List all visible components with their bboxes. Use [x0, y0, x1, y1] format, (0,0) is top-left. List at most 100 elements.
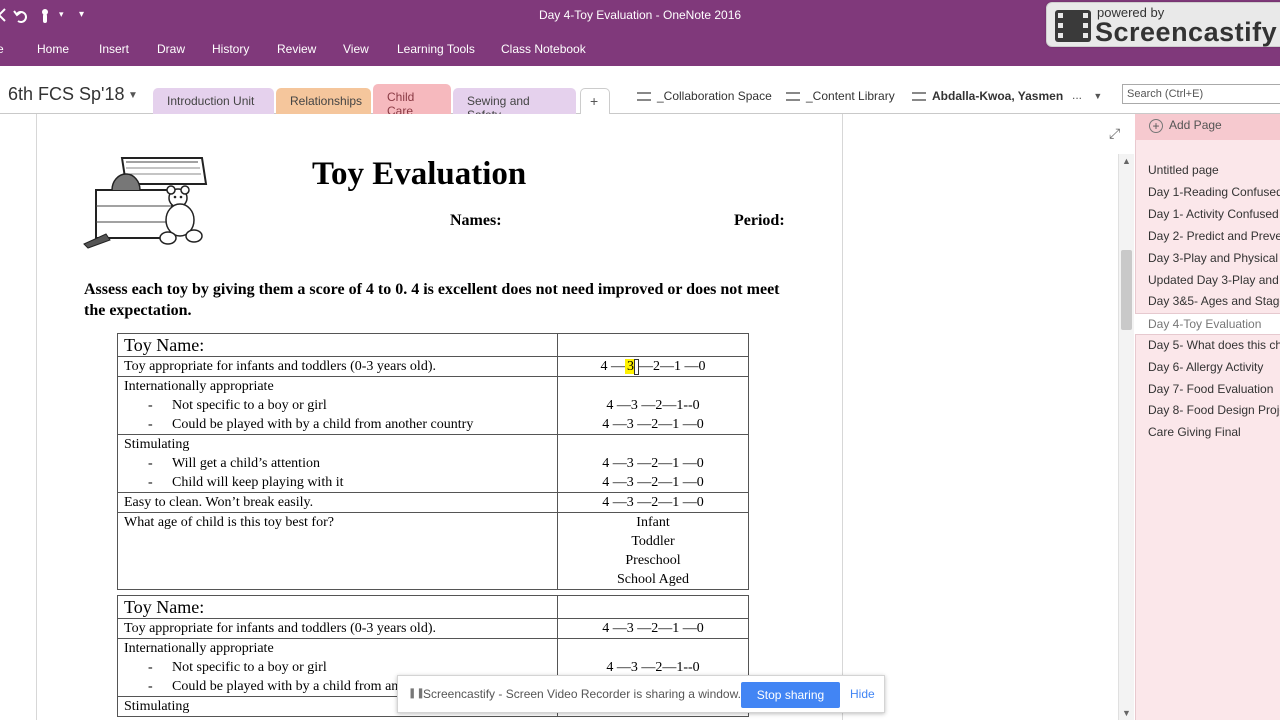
toy-name-input[interactable] [557, 595, 749, 619]
plus-icon: + [1149, 118, 1163, 133]
add-page-button[interactable]: + Add Page [1135, 114, 1280, 140]
hide-button[interactable]: Hide [850, 687, 875, 701]
score-scale[interactable]: 4 —3 —2—1--0 4 —3 —2—1 —0 [557, 376, 749, 435]
file-tab-edge[interactable]: e [0, 42, 4, 56]
table-row: Internationally appropriate - Not specifi… [117, 376, 749, 435]
scroll-thumb[interactable] [1121, 250, 1132, 330]
page-list-item[interactable]: Day 3-Play and Physical C [1135, 248, 1280, 270]
criterion-heading: Internationally appropriate [124, 641, 274, 656]
section-group-label: Abdalla-Kwoa, Yasmen [932, 89, 1064, 103]
period-label: Period: [734, 212, 785, 229]
tab-class-notebook[interactable]: Class Notebook [501, 42, 586, 56]
criterion-subitem: - Will get a child’s attention [148, 456, 320, 471]
tab-home[interactable]: Home [37, 42, 69, 56]
page-list-item[interactable]: Care Giving Final [1135, 422, 1280, 444]
criterion-heading: Internationally appropriate [124, 379, 274, 394]
table-row: Toy Name: [117, 333, 749, 357]
screencastify-watermark: powered by Screencastify Li [1046, 2, 1280, 47]
section-tab-child-care[interactable]: Child Care [373, 84, 451, 118]
section-group-student[interactable]: Abdalla-Kwoa, Yasmen [912, 89, 1063, 103]
tab-review[interactable]: Review [277, 42, 316, 56]
age-option: Infant [636, 515, 670, 530]
page-list-item[interactable]: Day 6- Allergy Activity [1135, 357, 1280, 379]
score-text: 4 — [600, 359, 626, 374]
scroll-up-icon[interactable]: ▲ [1122, 156, 1131, 166]
age-option: School Aged [617, 572, 689, 587]
page-list-item[interactable]: Day 3&5- Ages and Stage [1135, 291, 1280, 313]
page-border-right [842, 114, 843, 720]
age-option: Toddler [631, 534, 675, 549]
score-scale[interactable]: 4 —3 —2—1 —0 [557, 492, 749, 513]
more-sections-button[interactable]: ... ▼ [1072, 88, 1102, 102]
score-scale[interactable]: 4 —3 —2—1 —0 [557, 356, 749, 377]
table-row: Stimulating - Will get a child’s attentio… [117, 434, 749, 493]
score-spacer [558, 377, 748, 396]
age-option: Preschool [625, 553, 681, 568]
score-scale[interactable]: 4 —3 —2—1 —0 [557, 618, 749, 639]
tab-view[interactable]: View [343, 42, 369, 56]
score-text: 4 —3 —2—1 —0 [602, 417, 704, 432]
tab-draw[interactable]: Draw [157, 42, 185, 56]
criterion-subitem: - Child will keep playing with it [148, 475, 344, 490]
toy-chest-image [83, 157, 208, 249]
section-group-label: _Collaboration Space [657, 89, 772, 103]
page-list-item[interactable]: Day 1-Reading Confused [1135, 182, 1280, 204]
instructions-text: Assess each toy by giving them a score o… [84, 281, 780, 319]
subitem-text: Child will keep playing with it [172, 475, 344, 490]
subitem-text: Not specific to a boy or girl [172, 660, 327, 675]
scroll-down-icon[interactable]: ▼ [1122, 708, 1131, 718]
page-list-item[interactable]: Day 8- Food Design Proje [1135, 400, 1280, 422]
expand-icon[interactable]: ⤢ [1109, 125, 1120, 142]
page-list-item[interactable]: Day 5- What does this chi [1135, 335, 1280, 357]
section-tab-introduction-unit[interactable]: Introduction Unit [153, 88, 274, 114]
subitem-text: Will get a child’s attention [172, 456, 320, 471]
tab-insert[interactable]: Insert [99, 42, 129, 56]
page-list-item[interactable]: Day 4-Toy Evaluation [1135, 313, 1280, 335]
score-scale[interactable]: 4 —3 —2—1 —0 4 —3 —2—1 —0 [557, 434, 749, 493]
page-list-item[interactable]: Day 7- Food Evaluation [1135, 379, 1280, 401]
page-list-item[interactable]: Updated Day 3-Play and P [1135, 270, 1280, 292]
section-group-content-library[interactable]: _Content Library [786, 89, 895, 103]
section-group-icon [912, 92, 926, 102]
criterion-label: What age of child is this toy best for? [117, 512, 558, 590]
film-strip-icon [1055, 10, 1091, 42]
sharing-message: Screencastify - Screen Video Recorder is… [423, 687, 741, 701]
toy-name-label: Toy Name: [117, 333, 558, 357]
criterion-label: Toy appropriate for infants and toddlers… [117, 356, 558, 377]
tab-history[interactable]: History [212, 42, 249, 56]
section-group-collaboration-space[interactable]: _Collaboration Space [637, 89, 772, 103]
add-section-button[interactable]: + [580, 88, 610, 114]
score-spacer [558, 639, 748, 658]
table-row: What age of child is this toy best for? … [117, 512, 749, 590]
criterion-group: Internationally appropriate - Not specifi… [117, 376, 558, 435]
chevron-down-icon[interactable]: ▼ [128, 90, 138, 101]
toy-name-label: Toy Name: [117, 595, 558, 619]
tab-learning-tools[interactable]: Learning Tools [397, 42, 475, 56]
names-label: Names: [450, 212, 502, 229]
page-list-item[interactable]: Untitled page [1135, 160, 1280, 182]
watermark-brand: Screencastify Li [1095, 17, 1280, 47]
document-title: Toy Evaluation [312, 156, 527, 192]
age-options[interactable]: Infant Toddler Preschool School Aged [557, 512, 749, 590]
stop-sharing-button[interactable]: Stop sharing [741, 682, 840, 708]
vertical-scrollbar[interactable]: ▲ ▼ [1118, 154, 1134, 720]
table-row: Toy appropriate for infants and toddlers… [117, 356, 749, 377]
subitem-text: Not specific to a boy or girl [172, 398, 327, 413]
page-list-item[interactable]: Day 1- Activity Confused [1135, 204, 1280, 226]
search-input[interactable]: Search (Ctrl+E) [1122, 84, 1280, 104]
subitem-text: Could be played with by a child from ano… [172, 417, 474, 432]
section-tab-relationships[interactable]: Relationships [276, 88, 371, 114]
table-row: Toy Name: [117, 595, 749, 619]
notebook-name[interactable]: 6th FCS Sp'18 [8, 84, 125, 105]
criterion-group: Stimulating - Will get a child’s attentio… [117, 434, 558, 493]
section-tab-sewing-and-safety[interactable]: Sewing and Safety [453, 88, 576, 122]
table-row: Easy to clean. Won’t break easily. 4 —3 … [117, 492, 749, 513]
score-spacer [558, 435, 748, 454]
toy-name-input[interactable] [557, 333, 749, 357]
screen-sharing-bar: ❚❚ Screencastify - Screen Video Recorder… [397, 675, 885, 713]
notebook-section-bar: 6th FCS Sp'18 ▼ Introduction Unit Relati… [0, 66, 1280, 122]
section-group-icon [637, 92, 651, 102]
criterion-subitem: - Not specific to a boy or girl [148, 398, 327, 413]
page-list-item[interactable]: Day 2- Predict and Prever [1135, 226, 1280, 248]
evaluation-table-1: Toy Name: Toy appropriate for infants an… [117, 333, 749, 590]
